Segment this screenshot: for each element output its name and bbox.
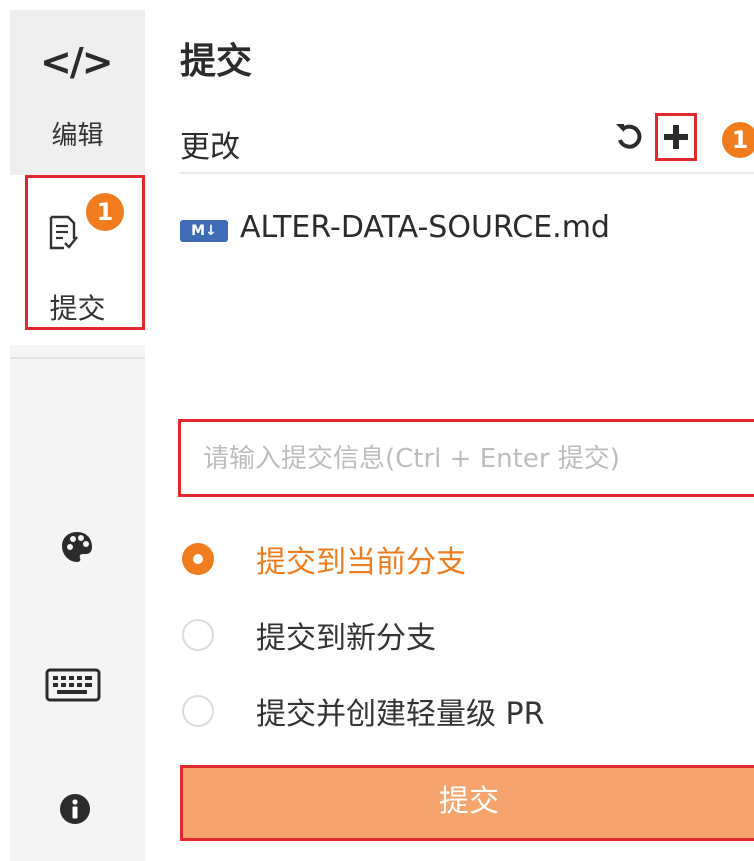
commit-message-field[interactable]: [178, 419, 754, 497]
section-divider: [180, 172, 754, 174]
plus-icon: [664, 125, 688, 149]
palette-icon[interactable]: [60, 530, 94, 564]
option-label: 提交到当前分支: [256, 545, 466, 580]
markdown-file-icon: M↓: [180, 220, 228, 242]
commit-highlight-box: [25, 175, 145, 330]
radio-checked-icon[interactable]: [182, 543, 214, 575]
sidebar-item-edit-label: 编辑: [51, 121, 104, 151]
radio-unchecked-icon[interactable]: [182, 619, 214, 651]
keyboard-icon[interactable]: [45, 668, 101, 702]
stage-all-button[interactable]: [655, 113, 697, 161]
radio-unchecked-icon[interactable]: [182, 695, 214, 727]
info-icon[interactable]: [58, 792, 92, 826]
sidebar-item-edit[interactable]: </> 编辑: [10, 10, 145, 175]
sidebar-divider: [10, 357, 145, 359]
commit-message-input[interactable]: [201, 440, 745, 478]
option-label: 提交到新分支: [256, 621, 436, 656]
changes-label: 更改: [180, 130, 240, 165]
changes-count-badge: 1: [722, 122, 754, 158]
option-label: 提交并创建轻量级 PR: [256, 697, 545, 732]
submit-button[interactable]: 提交: [180, 765, 754, 841]
file-name: ALTER-DATA-SOURCE.md: [240, 210, 610, 245]
code-icon: </>: [40, 40, 114, 84]
discard-changes-icon[interactable]: [612, 118, 648, 154]
page-title: 提交: [180, 41, 253, 82]
activity-sidebar: </> 编辑 1 提交: [10, 10, 145, 861]
